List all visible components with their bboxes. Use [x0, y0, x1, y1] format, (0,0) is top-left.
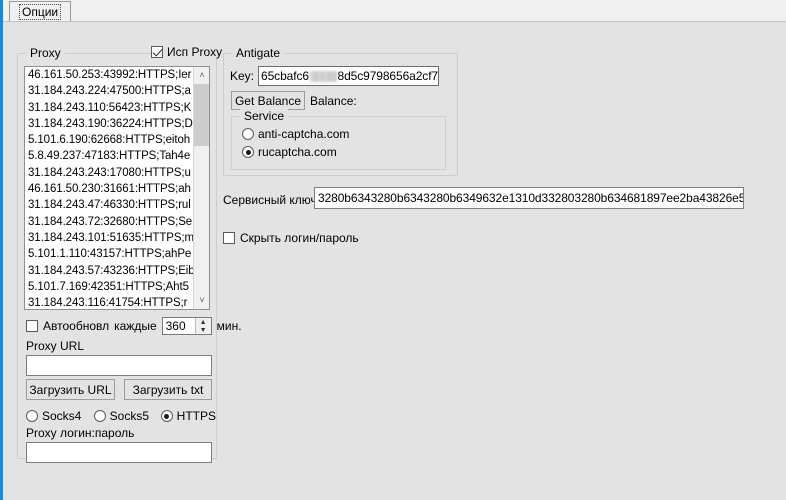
- autorefresh-checkbox[interactable]: [26, 320, 38, 332]
- list-item[interactable]: 31.184.243.101:51635:HTTPS;m: [28, 230, 196, 246]
- hide-credentials-checkbox[interactable]: Скрыть логин/пароль: [223, 231, 359, 245]
- stepper-arrows[interactable]: ▲ ▼: [194, 318, 211, 334]
- service-rucaptcha-label: rucaptcha.com: [258, 145, 337, 159]
- checkbox-box-icon: [223, 232, 235, 244]
- service-radio-rucaptcha[interactable]: rucaptcha.com: [242, 145, 337, 159]
- antigate-key-row: Key: 65cbafc6 8d5c9798656a2cf7: [230, 66, 440, 86]
- list-item[interactable]: 5.8.49.237:47183:HTTPS;Tah4e: [28, 148, 196, 164]
- checkbox-check-icon: [151, 46, 163, 58]
- list-item[interactable]: 5.101.7.169:42351:HTTPS;Aht5: [28, 279, 196, 295]
- redacted-blur-overlay: [309, 70, 337, 82]
- radio-circle-icon: [93, 410, 106, 422]
- protocol-socks5-label: Socks5: [109, 409, 149, 423]
- service-radio-anti-captcha[interactable]: anti-captcha.com: [242, 127, 349, 141]
- use-proxy-checkbox[interactable]: Исп Proxy: [151, 45, 226, 59]
- load-txt-button[interactable]: Загрузить txt: [124, 379, 212, 400]
- protocol-radio-https[interactable]: HTTPS: [160, 409, 216, 423]
- autorefresh-label: Автообновл: [43, 319, 110, 333]
- list-item[interactable]: 46.161.50.253:43992:HTTPS;Ier: [28, 67, 196, 83]
- autorefresh-minutes-value[interactable]: 360: [162, 318, 195, 334]
- proxy-list-scrollbar[interactable]: ˄ ˅: [193, 67, 209, 309]
- autorefresh-row: Автообновл каждые 360 ▲ ▼ мин.: [26, 316, 242, 336]
- list-item[interactable]: 31.184.243.116:41754:HTTPS;r: [28, 295, 196, 309]
- stepper-up-icon[interactable]: ▲: [196, 318, 211, 326]
- antigate-key-suffix: 8d5c9798656a2cf7: [337, 69, 439, 83]
- antigate-balance-row: Get Balance Balance:: [231, 91, 362, 110]
- use-proxy-label: Исп Proxy: [167, 45, 223, 59]
- proxy-groupbox: Proxy Исп Proxy 46.161.50.253:43992:HTTP…: [17, 45, 242, 463]
- options-page: Proxy Исп Proxy 46.161.50.253:43992:HTTP…: [3, 21, 786, 500]
- protocol-radio-group: Socks4 Socks5 HTTPS: [26, 407, 216, 425]
- radio-circle-icon: [160, 410, 173, 422]
- list-item[interactable]: 31.184.243.190:36224:HTTPS;D: [28, 116, 196, 132]
- protocol-https-label: HTTPS: [176, 409, 216, 423]
- scroll-up-icon[interactable]: ˄: [194, 67, 209, 84]
- balance-label: Balance:: [310, 93, 357, 108]
- scrollbar-thumb[interactable]: [194, 84, 209, 146]
- antigate-key-prefix: 65cbafc6: [261, 69, 309, 83]
- tab-options[interactable]: Опции: [9, 1, 72, 21]
- list-item[interactable]: 46.161.50.230:31661:HTTPS;ah: [28, 181, 196, 197]
- proxy-list-items: 46.161.50.253:43992:HTTPS;Ier 31.184.243…: [25, 67, 196, 309]
- service-anti-captcha-label: anti-captcha.com: [258, 127, 350, 141]
- antigate-groupbox-title: Antigate: [232, 46, 285, 60]
- proxy-url-input[interactable]: [26, 355, 212, 376]
- service-groupbox-title: Service: [240, 109, 289, 123]
- get-balance-button[interactable]: Get Balance: [231, 91, 305, 110]
- proxy-login-label: Proxy логин:пароль: [26, 426, 135, 440]
- autorefresh-unit-label: мин.: [216, 319, 242, 333]
- autorefresh-every-label: каждые: [114, 319, 157, 333]
- radio-circle-icon: [26, 410, 38, 422]
- antigate-key-label: Key:: [230, 69, 255, 83]
- service-key-label: Сервисный ключ: [223, 193, 317, 207]
- list-item[interactable]: 31.184.243.243:17080:HTTPS;u: [28, 165, 196, 181]
- protocol-socks4-label: Socks4: [42, 409, 82, 423]
- tab-strip: Опции: [3, 0, 786, 22]
- scroll-down-icon[interactable]: ˅: [194, 292, 209, 309]
- list-item[interactable]: 31.184.243.47:46330:HTTPS;rul: [28, 197, 196, 213]
- protocol-radio-socks5[interactable]: Socks5: [93, 409, 149, 423]
- load-url-button[interactable]: Загрузить URL: [26, 379, 115, 400]
- protocol-radio-socks4[interactable]: Socks4: [26, 409, 81, 423]
- list-item[interactable]: 5.101.6.190:62668:HTTPS;eitoh: [28, 132, 196, 148]
- proxy-listbox[interactable]: 46.161.50.253:43992:HTTPS;Ier 31.184.243…: [24, 66, 210, 310]
- service-groupbox: Service anti-captcha.com rucaptcha.com: [231, 109, 446, 170]
- list-item[interactable]: 31.184.243.224:47500:HTTPS;a: [28, 83, 196, 99]
- stepper-down-icon[interactable]: ▼: [196, 326, 211, 334]
- app-window: Опции Proxy Исп Proxy 46.161.50.253:4399…: [0, 0, 786, 500]
- radio-circle-icon: [242, 128, 254, 140]
- hide-credentials-label: Скрыть логин/пароль: [240, 231, 359, 245]
- proxy-groupbox-title: Proxy: [26, 46, 65, 60]
- list-item[interactable]: 5.101.1.110:43157:HTTPS;ahPe: [28, 246, 196, 262]
- list-item[interactable]: 31.184.243.72:32680:HTTPS;Se: [28, 214, 196, 230]
- proxy-url-label: Proxy URL: [26, 339, 85, 353]
- radio-circle-icon: [242, 146, 254, 158]
- list-item[interactable]: 31.184.243.57:43236:HTTPS;Eib: [28, 263, 196, 279]
- autorefresh-minutes-stepper[interactable]: 360 ▲ ▼: [161, 317, 212, 335]
- service-key-input[interactable]: 3280b6343280b6343280b6349632e1310d332803…: [314, 187, 744, 209]
- antigate-groupbox: Antigate Key: 65cbafc6 8d5c9798656a2cf7 …: [223, 46, 458, 176]
- list-item[interactable]: 31.184.243.110:56423:HTTPS;K: [28, 100, 196, 116]
- antigate-key-input[interactable]: 65cbafc6 8d5c9798656a2cf7: [258, 66, 440, 86]
- tab-options-label: Опции: [19, 4, 62, 20]
- proxy-login-input[interactable]: [26, 442, 212, 463]
